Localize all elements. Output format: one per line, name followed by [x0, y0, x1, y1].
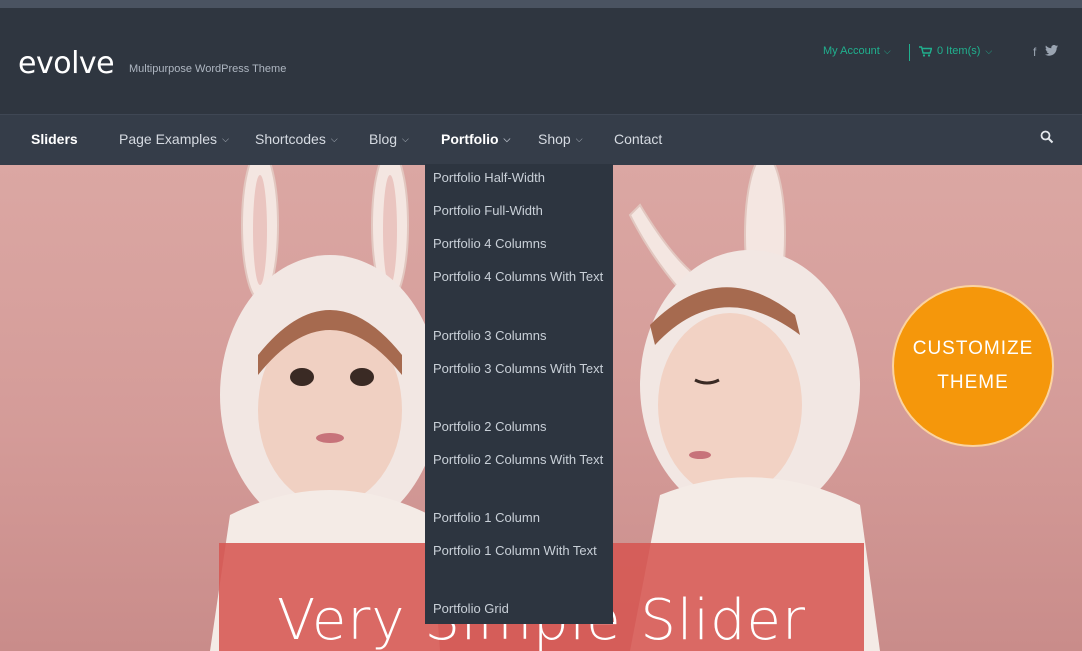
nav-item-sliders[interactable]: Sliders — [31, 131, 78, 147]
my-account-label: My Account — [823, 45, 880, 57]
nav-item-shop[interactable]: Shop ⌵ — [538, 131, 583, 147]
site-header: evolve Multipurpose WordPress Theme My A… — [0, 8, 1082, 114]
chevron-down-icon: ⌵ — [330, 133, 338, 144]
chevron-down-icon: ⌵ — [575, 133, 583, 144]
nav-label: Portfolio — [441, 131, 499, 147]
nav-item-portfolio[interactable]: Portfolio ⌵ — [441, 131, 510, 147]
customize-theme-button[interactable]: CUSTOMIZE THEME — [892, 285, 1054, 447]
dropdown-item-portfolio-2-columns[interactable]: Portfolio 2 Columns — [433, 414, 605, 439]
cart-label: 0 Item(s) — [937, 45, 981, 57]
nav-label: Contact — [614, 131, 663, 147]
portfolio-dropdown-menu: Portfolio Half-Width Portfolio Full-Widt… — [425, 164, 613, 624]
chevron-down-icon: ⌵ — [883, 45, 891, 56]
nav-item-shortcodes[interactable]: Shortcodes ⌵ — [255, 131, 338, 147]
nav-label: Shop — [538, 131, 571, 147]
dropdown-item-portfolio-3-columns[interactable]: Portfolio 3 Columns — [433, 323, 605, 348]
dropdown-item-portfolio-grid[interactable]: Portfolio Grid — [433, 596, 605, 621]
chevron-down-icon: ⌵ — [503, 133, 511, 144]
nav-item-page-examples[interactable]: Page Examples ⌵ — [119, 131, 229, 147]
my-account-link[interactable]: My Account ⌵ — [823, 45, 891, 57]
chevron-down-icon: ⌵ — [402, 133, 409, 144]
dropdown-item-portfolio-2-columns-with-text[interactable]: Portfolio 2 Columns With Text — [433, 447, 605, 472]
customize-line-2: THEME — [937, 372, 1009, 393]
customize-line-1: CUSTOMIZE — [912, 338, 1034, 359]
dropdown-item-portfolio-full-width[interactable]: Portfolio Full-Width — [433, 198, 605, 223]
nav-item-contact[interactable]: Contact — [614, 131, 662, 147]
dropdown-item-portfolio-4-columns[interactable]: Portfolio 4 Columns — [433, 231, 605, 256]
site-tagline: Multipurpose WordPress Theme — [129, 63, 287, 75]
header-divider — [909, 44, 910, 61]
dropdown-item-portfolio-1-column[interactable]: Portfolio 1 Column — [433, 505, 605, 530]
nav-label: Sliders — [31, 131, 78, 147]
site-logo[interactable]: evolve — [18, 46, 115, 81]
top-strip — [0, 0, 1082, 8]
social-links: f — [1033, 45, 1059, 59]
chevron-down-icon: ⌵ — [222, 133, 229, 144]
nav-label: Shortcodes — [255, 131, 326, 147]
dropdown-item-portfolio-4-columns-with-text[interactable]: Portfolio 4 Columns With Text — [433, 264, 605, 289]
facebook-icon[interactable]: f — [1033, 45, 1036, 59]
twitter-icon[interactable] — [1045, 45, 1059, 56]
main-navigation: Sliders Page Examples ⌵ Shortcodes ⌵ Blo… — [0, 114, 1082, 165]
chevron-down-icon: ⌵ — [985, 45, 993, 56]
cart-icon — [919, 45, 932, 57]
dropdown-item-portfolio-3-columns-with-text[interactable]: Portfolio 3 Columns With Text — [433, 356, 605, 381]
dropdown-item-portfolio-1-column-with-text[interactable]: Portfolio 1 Column With Text — [433, 538, 605, 563]
nav-label: Page Examples — [119, 131, 218, 147]
dropdown-item-portfolio-half-width[interactable]: Portfolio Half-Width — [433, 165, 605, 190]
nav-label: Blog — [369, 131, 398, 147]
nav-item-blog[interactable]: Blog ⌵ — [369, 131, 409, 147]
cart-link[interactable]: 0 Item(s) ⌵ — [919, 45, 992, 57]
search-icon[interactable] — [1040, 130, 1054, 144]
